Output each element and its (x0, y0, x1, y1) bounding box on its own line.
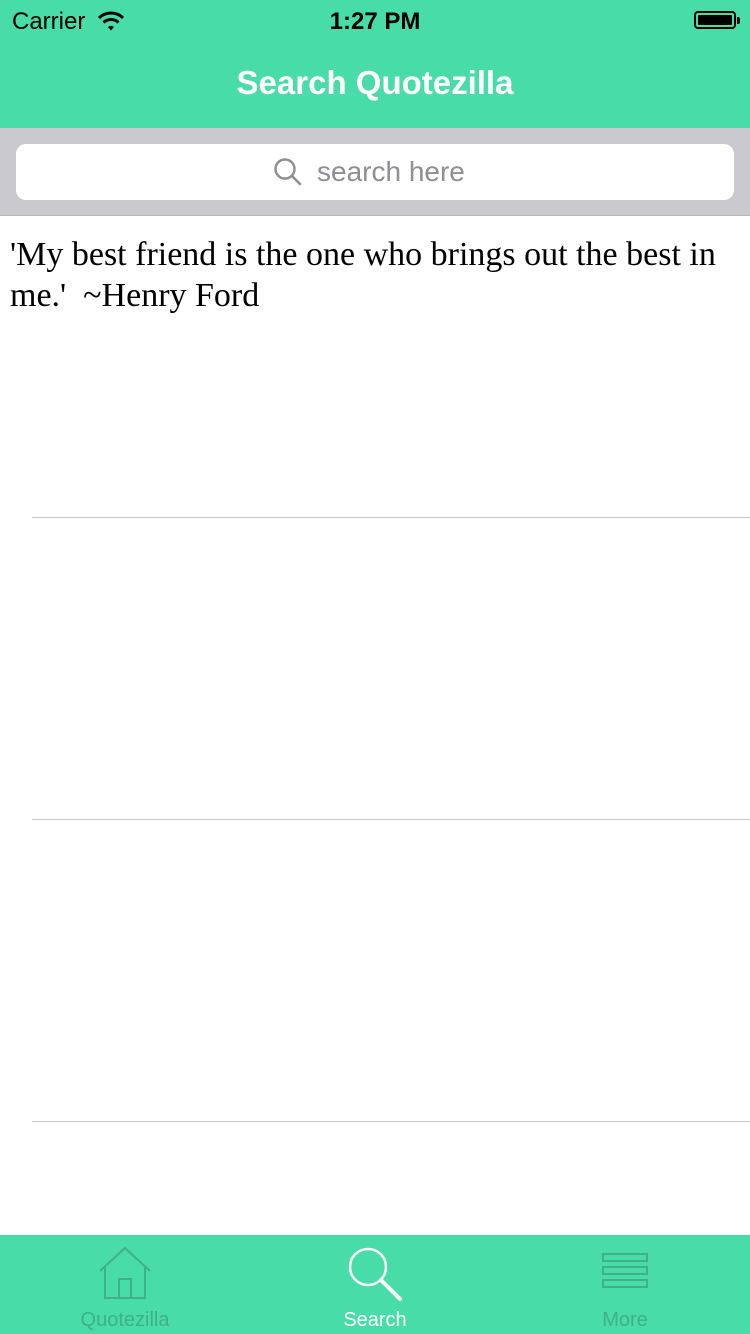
list-item[interactable] (0, 820, 750, 1122)
page-title: Search Quotezilla (236, 64, 514, 101)
tab-quotezilla[interactable]: Quotezilla (0, 1235, 250, 1334)
tab-label: Search (343, 1309, 407, 1331)
quote-text: 'My best friend is the one who brings ou… (10, 236, 716, 314)
results-list: 'My best friend is the one who brings ou… (0, 216, 750, 1234)
search-icon (274, 158, 302, 186)
search-input[interactable] (317, 156, 477, 188)
search-field[interactable] (16, 144, 734, 200)
list-item[interactable]: 'My best friend is the one who brings ou… (0, 216, 750, 518)
tab-label: More (602, 1309, 648, 1331)
search-bar (0, 128, 750, 216)
tab-bar: Quotezilla Search More (0, 1235, 750, 1334)
tab-search[interactable]: Search (250, 1235, 500, 1334)
tab-label: Quotezilla (80, 1309, 170, 1331)
status-time: 1:27 PM (329, 8, 421, 35)
more-icon (500, 1245, 750, 1303)
navigation-header: Carrier 1:27 PM Search Quotezilla (0, 0, 750, 128)
search-icon (250, 1245, 500, 1303)
list-item[interactable] (0, 518, 750, 820)
battery-icon (694, 11, 740, 29)
home-icon (0, 1245, 250, 1303)
row-divider (32, 1121, 750, 1122)
status-bar: Carrier 1:27 PM (0, 0, 750, 40)
tab-more[interactable]: More (500, 1235, 750, 1334)
